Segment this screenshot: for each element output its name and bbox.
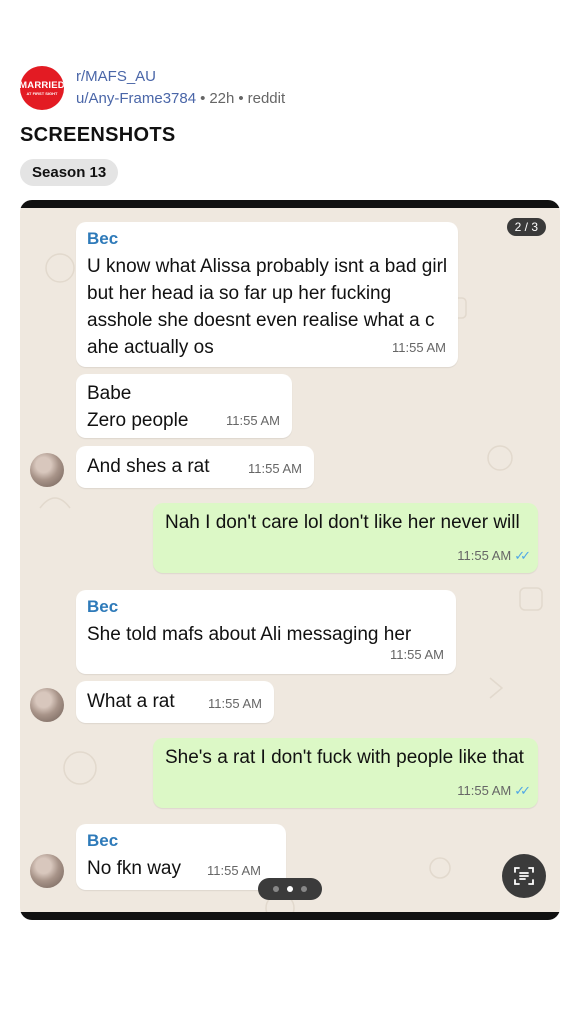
image-top-edge bbox=[20, 200, 560, 208]
message-incoming: What a rat 11:55 AM bbox=[76, 681, 274, 723]
message-time: 11:55 AM bbox=[208, 696, 262, 711]
gallery-pager[interactable] bbox=[258, 878, 322, 900]
message-sender: Bec bbox=[87, 229, 119, 248]
post-source: reddit bbox=[247, 90, 286, 107]
message-text: What a rat bbox=[87, 691, 175, 712]
message-time: 11:55 AM bbox=[226, 413, 280, 428]
message-time: 11:55 AM ✓✓ bbox=[457, 777, 531, 804]
author-link[interactable]: u/Any-Frame3784 bbox=[76, 90, 196, 107]
text-scan-button[interactable] bbox=[502, 854, 546, 898]
message-outgoing: She's a rat I don't fuck with people lik… bbox=[153, 738, 538, 808]
sender-avatar[interactable] bbox=[30, 854, 64, 888]
avatar-text-small: AT FIRST SIGHT bbox=[26, 90, 58, 96]
post-meta: u/Any-Frame3784 • 22h • reddit bbox=[76, 90, 285, 107]
message-time: 11:55 AM bbox=[207, 863, 261, 878]
double-check-icon: ✓✓ bbox=[514, 783, 531, 798]
message-text: No fkn way bbox=[87, 858, 181, 879]
sender-avatar[interactable] bbox=[30, 688, 64, 722]
flair-badge[interactable]: Season 13 bbox=[20, 159, 119, 186]
message-incoming: Babe Zero people 11:55 AM bbox=[76, 374, 292, 438]
double-check-icon: ✓✓ bbox=[514, 548, 531, 563]
text-scan-icon bbox=[514, 867, 534, 885]
message-outgoing: Nah I don't care lol don't like her neve… bbox=[153, 503, 538, 573]
subreddit-avatar[interactable]: MARRIED AT FIRST SIGHT bbox=[20, 66, 64, 110]
message-text: Babe Zero people bbox=[87, 383, 189, 431]
screenshot-gallery[interactable]: 2 / 3 Bec U know what Alissa probably is… bbox=[20, 200, 560, 920]
message-time: 11:55 AM bbox=[390, 647, 444, 662]
sender-avatar[interactable] bbox=[30, 453, 64, 487]
pager-dot[interactable] bbox=[301, 886, 307, 892]
message-time: 11:55 AM ✓✓ bbox=[457, 542, 531, 569]
message-sender: Bec bbox=[87, 597, 119, 616]
message-time-text: 11:55 AM bbox=[457, 548, 512, 563]
meta-dot: • bbox=[238, 90, 244, 107]
subreddit-link[interactable]: r/MAFS_AU bbox=[76, 68, 156, 85]
message-text: Nah I don't care lol don't like her neve… bbox=[165, 512, 520, 533]
message-incoming: Bec She told mafs about Ali messaging he… bbox=[76, 590, 456, 674]
image-bottom-edge bbox=[20, 912, 560, 920]
message-time: 11:55 AM bbox=[248, 461, 302, 476]
message-incoming: And shes a rat 11:55 AM bbox=[76, 446, 314, 488]
message-incoming: Bec U know what Alissa probably isnt a b… bbox=[76, 222, 458, 367]
message-time-text: 11:55 AM bbox=[457, 783, 512, 798]
post-age: 22h bbox=[209, 90, 235, 107]
message-text: She told mafs about Ali messaging her bbox=[87, 624, 412, 645]
image-counter: 2 / 3 bbox=[506, 218, 546, 236]
post-header: MARRIED AT FIRST SIGHT r/MAFS_AU u/Any-F… bbox=[20, 66, 560, 114]
message-text: And shes a rat bbox=[87, 456, 210, 477]
pager-dot[interactable] bbox=[273, 886, 279, 892]
avatar-text-big: MARRIED bbox=[20, 79, 64, 91]
message-incoming: Bec No fkn way 11:55 AM bbox=[76, 824, 286, 890]
post-title: SCREENSHOTS bbox=[20, 124, 176, 146]
meta-dot: • bbox=[200, 90, 206, 107]
message-text: She's a rat I don't fuck with people lik… bbox=[165, 747, 524, 768]
message-time: 11:55 AM bbox=[392, 340, 446, 355]
pager-dot-active[interactable] bbox=[287, 886, 293, 892]
message-sender: Bec bbox=[87, 831, 119, 850]
